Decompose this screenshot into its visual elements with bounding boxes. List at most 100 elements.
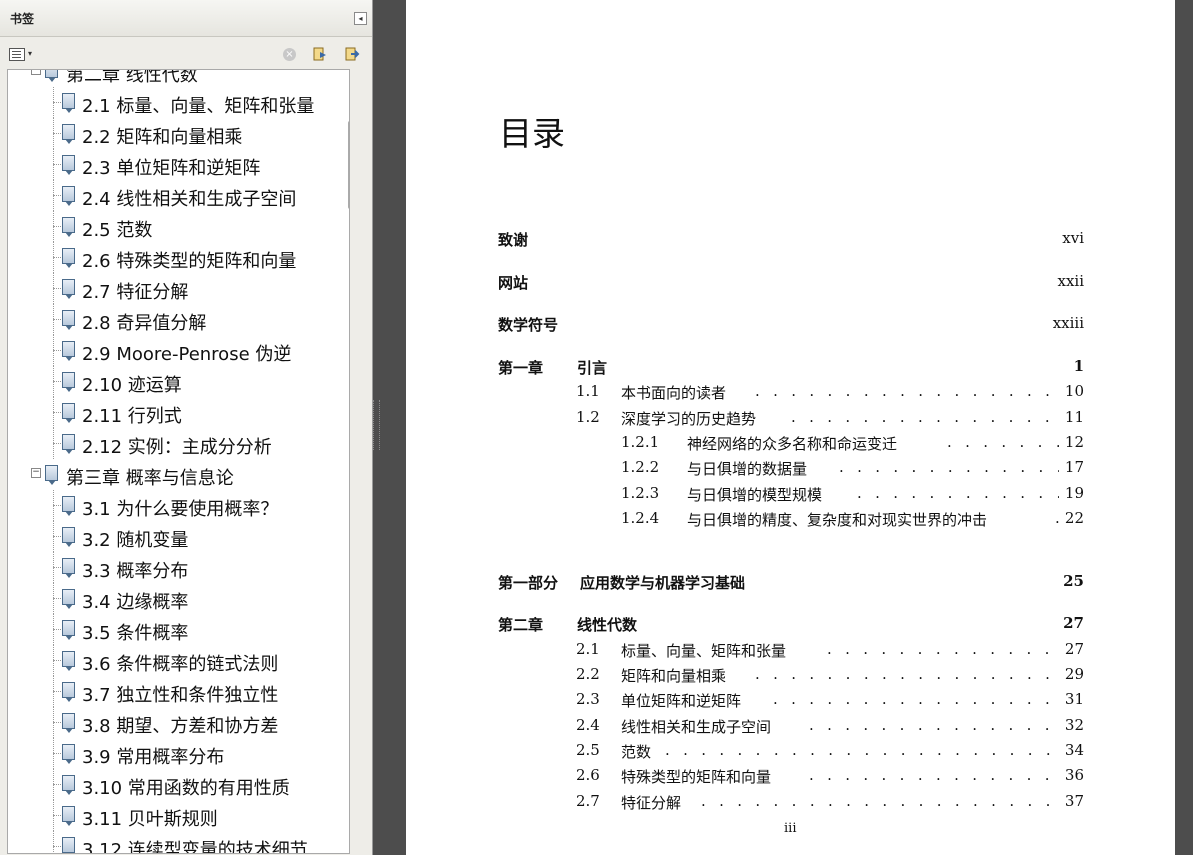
bookmark-item[interactable]: 2.10 迹运算 bbox=[8, 366, 349, 397]
toc-title: 深度学习的历史趋势 bbox=[621, 410, 757, 428]
toc-page: 22 bbox=[1064, 509, 1084, 527]
bookmark-icon bbox=[62, 558, 75, 578]
bookmark-item[interactable]: − 第三章 概率与信息论 bbox=[8, 459, 349, 490]
panel-splitter[interactable] bbox=[373, 0, 405, 855]
viewer-gutter bbox=[1175, 0, 1193, 855]
toc-title: 数学符号 bbox=[498, 316, 559, 334]
bookmark-icon bbox=[62, 403, 75, 423]
toc-page: xxii bbox=[1057, 272, 1084, 290]
expand-bookmark-icon[interactable] bbox=[312, 46, 328, 62]
bookmark-icon bbox=[45, 70, 58, 82]
toc-page: 17 bbox=[1064, 458, 1084, 476]
bookmark-item[interactable]: 2.11 行列式 bbox=[8, 397, 349, 428]
bookmark-item[interactable]: 3.11 贝叶斯规则 bbox=[8, 800, 349, 831]
bookmark-item[interactable]: 2.8 奇异值分解 bbox=[8, 304, 349, 335]
tree-line bbox=[53, 505, 61, 506]
toc-entry[interactable]: 2.1 标量、向量、矩阵和张量 . . . . . . . . . . . . . … bbox=[406, 640, 1175, 662]
bookmark-icon bbox=[62, 589, 75, 609]
toc-entry[interactable]: 1.2.4 与日俱增的精度、复杂度和对现实世界的冲击 . . . . . . . .… bbox=[406, 509, 1175, 531]
bookmark-item[interactable]: 3.8 期望、方差和协方差 bbox=[8, 707, 349, 738]
toc-entry[interactable]: 网站 xxii bbox=[406, 272, 1175, 294]
bookmark-item[interactable]: 3.2 随机变量 bbox=[8, 521, 349, 552]
toc-entry[interactable]: 2.2 矩阵和向量相乘 . . . . . . . . . . . . . . . … bbox=[406, 665, 1175, 687]
bookmark-icon bbox=[62, 217, 75, 237]
toc-entry[interactable]: 1.2.3 与日俱增的模型规模 . . . . . . . . . . . . . … bbox=[406, 484, 1175, 506]
bookmark-item[interactable]: 3.1 为什么要使用概率？ bbox=[8, 490, 349, 521]
bookmark-item[interactable]: − 第二章 线性代数 bbox=[8, 70, 349, 87]
bookmark-item[interactable]: 3.4 边缘概率 bbox=[8, 583, 349, 614]
bookmark-item[interactable]: 2.2 矩阵和向量相乘 bbox=[8, 118, 349, 149]
bookmark-item[interactable]: 3.9 常用概率分布 bbox=[8, 738, 349, 769]
collapse-panel-button[interactable]: ◂ bbox=[354, 12, 367, 25]
bookmark-icon bbox=[62, 837, 75, 853]
bookmark-item[interactable]: 3.10 常用函数的有用性质 bbox=[8, 769, 349, 800]
tree-line bbox=[53, 567, 61, 568]
bookmark-item[interactable]: 2.1 标量、向量、矩阵和张量 bbox=[8, 87, 349, 118]
toc-title: 应用数学与机器学习基础 bbox=[580, 574, 746, 592]
toc-title: 本书面向的读者 bbox=[621, 384, 727, 402]
options-menu-button[interactable]: ▾ bbox=[9, 48, 35, 61]
bookmark-item[interactable]: 2.12 实例：主成分分析 bbox=[8, 428, 349, 459]
toc-chapter[interactable]: 第二章 线性代数 27 bbox=[406, 614, 1175, 636]
tree-line bbox=[53, 102, 61, 103]
bookmark-item[interactable]: 2.5 范数 bbox=[8, 211, 349, 242]
bookmark-item[interactable]: 3.6 条件概率的链式法则 bbox=[8, 645, 349, 676]
toc-entry[interactable]: 2.3 单位矩阵和逆矩阵 . . . . . . . . . . . . . . .… bbox=[406, 690, 1175, 712]
bookmark-label: 2.7 特征分解 bbox=[82, 282, 189, 303]
toc-part[interactable]: 第一部分 应用数学与机器学习基础 25 bbox=[406, 572, 1175, 594]
bookmark-label: 3.7 独立性和条件独立性 bbox=[82, 685, 279, 706]
bookmark-tree: − 第二章 线性代数 2.1 标量、向量、矩阵和张量 2.2 矩阵和向量相乘 2.3 单… bbox=[7, 69, 350, 854]
toc-entry[interactable]: 2.6 特殊类型的矩阵和向量 . . . . . . . . . . . . . .… bbox=[406, 766, 1175, 788]
bookmark-label: 2.11 行列式 bbox=[82, 406, 182, 427]
toc-entry[interactable]: 1.1 本书面向的读者 . . . . . . . . . . . . . . . … bbox=[406, 382, 1175, 404]
page-number: iii bbox=[784, 821, 797, 836]
bookmark-item[interactable]: 2.7 特征分解 bbox=[8, 273, 349, 304]
scroll-down-button[interactable]: ▼ bbox=[347, 833, 349, 851]
bookmark-label: 3.1 为什么要使用概率？ bbox=[82, 499, 279, 520]
bookmark-icon bbox=[62, 186, 75, 206]
tree-line bbox=[53, 133, 61, 134]
scroll-thumb[interactable] bbox=[348, 121, 349, 209]
toc-section-number: 1.2.2 bbox=[621, 458, 660, 476]
tree-scrollbar[interactable]: ▲ ▼ bbox=[347, 70, 349, 853]
toc-page: 1 bbox=[1073, 357, 1084, 375]
collapse-toggle-icon[interactable]: − bbox=[31, 70, 41, 75]
scroll-up-button[interactable]: ▲ bbox=[347, 70, 349, 88]
toc-entry[interactable]: 2.7 特征分解 . . . . . . . . . . . . . . . . .… bbox=[406, 792, 1175, 814]
toc-entry[interactable]: 数学符号 xxiii bbox=[406, 314, 1175, 336]
toc-leader: . . . . . . . . . . . . . . . . . . . . … bbox=[755, 382, 1059, 400]
toc-chapter[interactable]: 第一章 引言 1 bbox=[406, 357, 1175, 379]
bookmark-item[interactable]: 2.4 线性相关和生成子空间 bbox=[8, 180, 349, 211]
toc-section-number: 2.2 bbox=[576, 665, 600, 683]
bookmark-item[interactable]: 3.3 概率分布 bbox=[8, 552, 349, 583]
toc-entry[interactable]: 1.2.2 与日俱增的数据量 . . . . . . . . . . . . . .… bbox=[406, 458, 1175, 480]
toc-leader: . . . . . . . . . . . . . . . . . . . . … bbox=[701, 792, 1059, 810]
tree-line bbox=[53, 381, 61, 382]
splitter-grip[interactable] bbox=[373, 400, 380, 450]
tree-line bbox=[53, 831, 54, 853]
tree-line bbox=[53, 660, 61, 661]
bookmark-item[interactable]: 3.5 条件概率 bbox=[8, 614, 349, 645]
bookmark-item[interactable]: 3.12 连续型变量的技术细节 bbox=[8, 831, 349, 853]
toc-page: 32 bbox=[1064, 716, 1084, 734]
collapse-toggle-icon[interactable]: − bbox=[31, 468, 41, 478]
toc-section-number: 2.5 bbox=[576, 741, 600, 759]
toc-title: 线性相关和生成子空间 bbox=[621, 718, 772, 736]
bookmark-label: 2.2 矩阵和向量相乘 bbox=[82, 127, 243, 148]
bookmark-label: 3.8 期望、方差和协方差 bbox=[82, 716, 279, 737]
toc-title: 与日俱增的数据量 bbox=[687, 460, 808, 478]
toc-entry[interactable]: 2.4 线性相关和生成子空间 . . . . . . . . . . . . . .… bbox=[406, 716, 1175, 738]
toc-entry[interactable]: 致谢 xvi bbox=[406, 229, 1175, 251]
toc-entry[interactable]: 1.2.1 神经网络的众多名称和命运变迁 . . . . . . . . . . .… bbox=[406, 433, 1175, 455]
bookmark-item[interactable]: 2.6 特殊类型的矩阵和向量 bbox=[8, 242, 349, 273]
go-to-bookmark-icon[interactable] bbox=[344, 46, 360, 62]
bookmark-label: 3.2 随机变量 bbox=[82, 530, 189, 551]
toc-entry[interactable]: 1.2 深度学习的历史趋势 . . . . . . . . . . . . . . … bbox=[406, 408, 1175, 430]
toc-page: 36 bbox=[1064, 766, 1084, 784]
bookmark-item[interactable]: 3.7 独立性和条件独立性 bbox=[8, 676, 349, 707]
toc-entry[interactable]: 2.5 范数 . . . . . . . . . . . . . . . . . .… bbox=[406, 741, 1175, 763]
bookmark-item[interactable]: 2.3 单位矩阵和逆矩阵 bbox=[8, 149, 349, 180]
bookmark-item[interactable]: 2.9 Moore-Penrose 伪逆 bbox=[8, 335, 349, 366]
delete-bookmark-button[interactable]: × bbox=[283, 48, 296, 61]
panel-header: 书签 ◂ bbox=[0, 0, 372, 37]
